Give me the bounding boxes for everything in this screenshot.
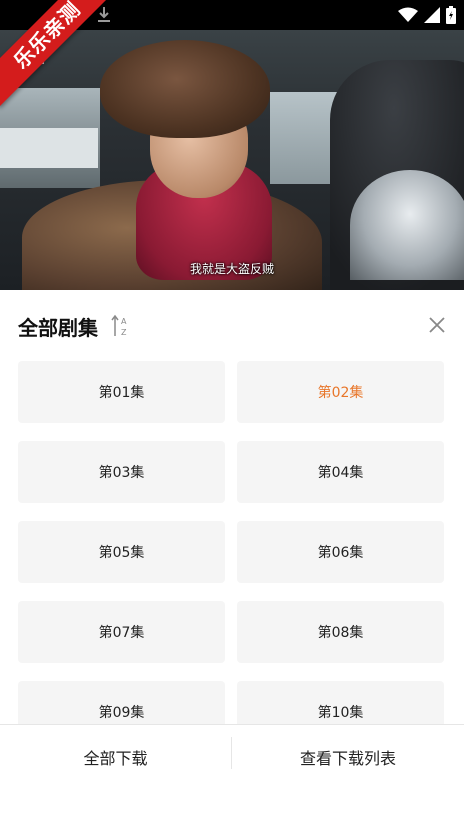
video-subtitle: 我就是大盗反贼 [189, 262, 274, 276]
app-root: 我就是大盗反贼 乐乐亲测 全部剧集 A Z 第01集 第02集 第03集 第04… [0, 0, 464, 824]
system-icons [398, 6, 456, 24]
signal-icon [424, 7, 440, 23]
video-player[interactable]: 我就是大盗反贼 乐乐亲测 [0, 0, 464, 292]
download-all-button[interactable]: 全部下载 [0, 737, 231, 777]
sheet-title: 全部剧集 [18, 315, 98, 340]
svg-text:Z: Z [121, 328, 127, 337]
sort-az-icon[interactable]: A Z [110, 314, 130, 338]
svg-text:A: A [121, 317, 127, 326]
battery-charging-icon [446, 6, 456, 24]
wifi-icon [398, 7, 418, 22]
download-status-icon [98, 7, 110, 22]
episode-tile[interactable]: 第07集 [18, 601, 225, 663]
bottom-action-bar: 全部下载 查看下载列表 [0, 724, 464, 824]
scene-snow-roof [0, 128, 98, 168]
scene-fur-hat [100, 40, 270, 138]
episode-tile[interactable]: 第09集 [18, 681, 225, 724]
view-download-list-button[interactable]: 查看下载列表 [232, 737, 464, 777]
episode-tile[interactable]: 第03集 [18, 441, 225, 503]
sheet-header: 全部剧集 A Z [18, 312, 130, 340]
episode-tile[interactable]: 第05集 [18, 521, 225, 583]
episode-tile[interactable]: 第06集 [237, 521, 444, 583]
episode-sheet: 全部剧集 A Z 第01集 第02集 第03集 第04集 第05集 第06集 第… [0, 290, 464, 824]
episode-tile[interactable]: 第08集 [237, 601, 444, 663]
episode-tile[interactable]: 第10集 [237, 681, 444, 724]
close-icon[interactable] [428, 316, 446, 334]
episode-tile-active[interactable]: 第02集 [237, 361, 444, 423]
episode-grid: 第01集 第02集 第03集 第04集 第05集 第06集 第07集 第08集 … [18, 361, 444, 724]
episode-tile[interactable]: 第04集 [237, 441, 444, 503]
episode-tile[interactable]: 第01集 [18, 361, 225, 423]
